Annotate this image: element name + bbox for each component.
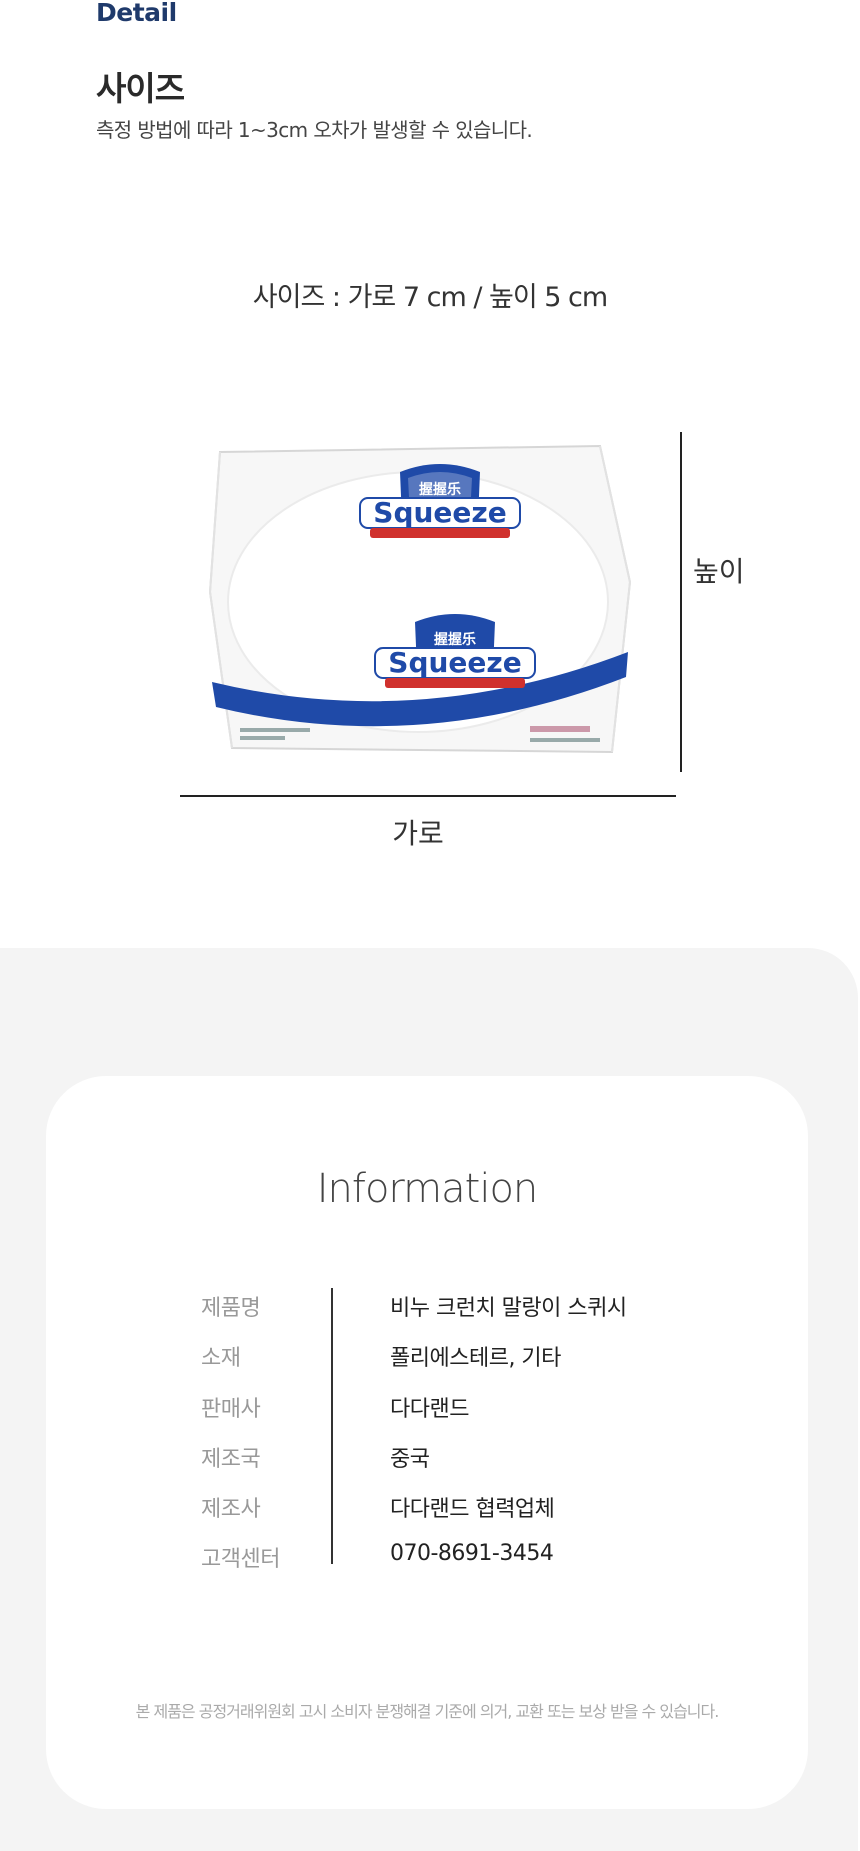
info-row: 판매사 다다랜드: [46, 1391, 808, 1422]
info-row: 소재 폴리에스테르, 기타: [46, 1340, 808, 1371]
info-label: 제조국: [201, 1447, 261, 1472]
size-spec: 사이즈 : 가로 7 cm / 높이 5 cm: [252, 282, 608, 313]
size-title: 사이즈: [96, 69, 185, 108]
product-brand-bottom: Squeeze: [388, 646, 521, 679]
info-label: 소재: [201, 1346, 241, 1371]
height-label: 높이: [693, 555, 745, 588]
product-image: 握握乐 Squeeze 握握乐 Squeeze: [200, 432, 640, 762]
info-label: 제품명: [201, 1296, 261, 1321]
info-value: 다다랜드: [390, 1397, 469, 1422]
width-dimension-line: [180, 795, 676, 797]
info-label: 제조사: [201, 1497, 261, 1522]
size-description: 측정 방법에 따라 1~3cm 오차가 발생할 수 있습니다.: [96, 118, 533, 142]
height-dimension-line: [680, 432, 682, 772]
info-value: 중국: [390, 1447, 430, 1472]
information-card: Information 제품명 비누 크런치 말랑이 스퀴시 소재 폴리에스테르…: [46, 1076, 808, 1809]
info-row: 고객센터 070-8691-3454: [46, 1541, 808, 1572]
info-value: 폴리에스테르, 기타: [390, 1346, 561, 1371]
info-value: 비누 크런치 말랑이 스퀴시: [390, 1296, 627, 1321]
info-row: 제조국 중국: [46, 1441, 808, 1472]
detail-section-label: Detail: [96, 0, 177, 27]
info-label: 판매사: [201, 1397, 261, 1422]
info-row: 제조사 다다랜드 협력업체: [46, 1491, 808, 1522]
information-divider: [331, 1288, 333, 1564]
notice-text: 본 제품은 공정거래위원회 고시 소비자 분쟁해결 기준에 의거, 교환 또는 …: [135, 1702, 720, 1721]
information-title: Information: [316, 1166, 539, 1212]
info-label: 고객센터: [201, 1547, 280, 1572]
info-row: 제품명 비누 크런치 말랑이 스퀴시: [46, 1290, 808, 1321]
info-value: 다다랜드 협력업체: [390, 1497, 555, 1522]
product-brand-top: Squeeze: [373, 496, 506, 529]
info-value: 070-8691-3454: [390, 1541, 554, 1566]
width-label: 가로: [392, 817, 444, 850]
